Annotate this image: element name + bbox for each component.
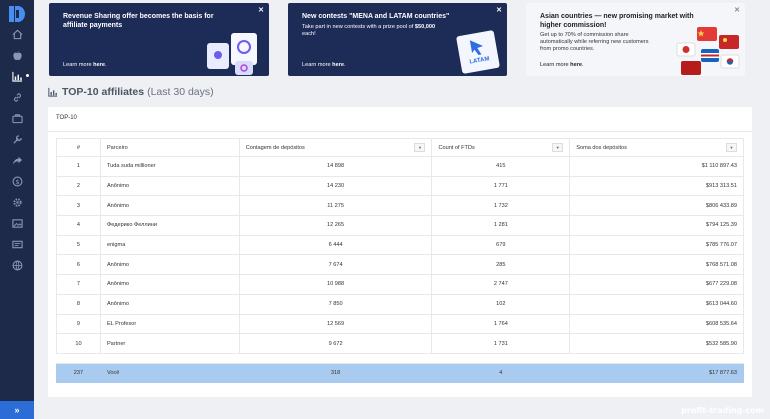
flags-illustration [676,27,740,75]
close-icon[interactable]: ✕ [258,6,264,14]
sort-dropdown-icon[interactable]: ▼ [726,143,737,152]
banner-title: Revenue Sharing offer becomes the basis … [63,13,214,29]
table-row: 4 Федерико Феллини 12 265 1 281 $794 125.39 [56,215,744,236]
banner-contests[interactable]: New contests "MENA and LATAM countries" … [288,3,507,76]
affiliate-illustration [207,33,257,75]
nav-promo[interactable] [0,109,34,127]
divider [48,131,752,132]
table-row: 9 EL Profesor 12 569 1 764 $608 535.64 [56,313,744,335]
dollar-icon: $ [12,176,22,186]
page-subtitle: (Last 30 days) [147,86,214,98]
column-header-ftd-count[interactable]: Count of FTDs ▼ [431,138,571,157]
table-header-row: # Parceiro Contagem de depósitos ▼ Count … [56,138,744,157]
tools-icon [12,134,22,144]
table-spacer [56,352,744,364]
banner-body: Get up to 70% of commission share automa… [540,32,649,52]
home-icon [12,29,22,39]
nav-media[interactable] [0,214,34,232]
gear-icon [12,197,22,207]
column-header-deposit-sum[interactable]: Soma dos depósitos ▼ [569,138,744,157]
apple-icon [12,50,22,60]
nav-tools[interactable] [0,130,34,148]
table-row: 7 Anônimo 10 988 2 747 $677 229.08 [56,274,744,295]
watermark: profit-trading.com [681,406,764,415]
nav-statistics[interactable] [0,67,34,85]
column-header-deposit-count[interactable]: Contagem de depósitos ▼ [238,138,433,157]
top10-table: # Parceiro Contagem de depósitos ▼ Count … [56,138,744,383]
nav-share[interactable] [0,151,34,169]
your-position-row: 237 Você 318 4 $17 877.63 [56,362,744,383]
page-title: TOP-10 affiliates [62,86,145,98]
logo-icon[interactable] [9,6,25,22]
active-indicator [26,74,29,77]
nav-payments[interactable]: $ [0,172,34,190]
section-heading: TOP-10 affiliates (Last 30 days) [48,85,214,99]
close-icon[interactable]: ✕ [496,6,502,14]
image-icon [11,218,23,228]
id-card-icon [11,240,23,248]
table-row: 8 Anônimo 7 850 102 $613 044.60 [56,293,744,315]
double-chevron-right-icon: » [14,405,20,415]
table-row: 6 Anônimo 7 674 285 $768 571.08 [56,254,744,276]
sort-dropdown-icon[interactable]: ▼ [414,143,426,152]
banner-learn-more: Learn more here. [540,62,584,68]
nav-profile[interactable] [0,235,34,253]
column-header-rank: # [56,138,101,157]
learn-more-link[interactable]: here [570,62,582,68]
table-row: 2 Anônimo 14 230 1 771 $913 313.51 [56,175,744,197]
sort-dropdown-icon[interactable]: ▼ [552,143,564,152]
link-icon [13,92,21,102]
table-row: 1 Tuda suda millioner 14 898 415 $1 110 897.… [56,156,744,177]
share-icon [12,156,22,165]
banner-asian-countries[interactable]: Asian countries — new promising market w… [526,3,745,76]
panel-title: TOP-10 [56,115,77,121]
svg-text:$: $ [15,177,19,185]
top10-panel: TOP-10 # Parceiro Contagem de depósitos ▼… [48,107,752,397]
sidebar: $ » [0,0,34,419]
close-icon[interactable]: ✕ [734,6,740,14]
table-row: 10 Partner 9 672 1 731 $532 585.90 [56,333,744,354]
latam-badge: LATAM [469,56,490,66]
latam-card: LATAM [455,29,501,75]
globe-icon [12,260,22,271]
nav-globe[interactable] [0,256,34,274]
cursor-icon [469,40,484,55]
expand-sidebar-button[interactable]: » [0,401,34,419]
nav-settings[interactable] [0,193,34,211]
nav-home[interactable] [0,25,34,43]
nav-apple[interactable] [0,46,34,64]
banner-title: New contests "MENA and LATAM countries" [302,13,450,20]
banner-revenue-sharing[interactable]: Revenue Sharing offer becomes the basis … [49,3,269,76]
learn-more-link[interactable]: here [332,62,344,68]
chart-icon [11,71,22,82]
banner-learn-more: Learn more here. [302,62,346,68]
banner-learn-more: Learn more here. [63,62,107,68]
banner-body: Take part in new contests with a prize p… [302,24,436,37]
table-row: 5 enigma 6 444 679 $785 776.07 [56,234,744,256]
learn-more-link[interactable]: here [93,62,105,68]
column-header-partner: Parceiro [99,138,240,157]
briefcase-icon [11,113,23,123]
bar-chart-icon [48,87,58,97]
table-row: 3 Anônimo 11 275 1 732 $806 433.89 [56,195,744,217]
nav-links[interactable] [0,88,34,106]
